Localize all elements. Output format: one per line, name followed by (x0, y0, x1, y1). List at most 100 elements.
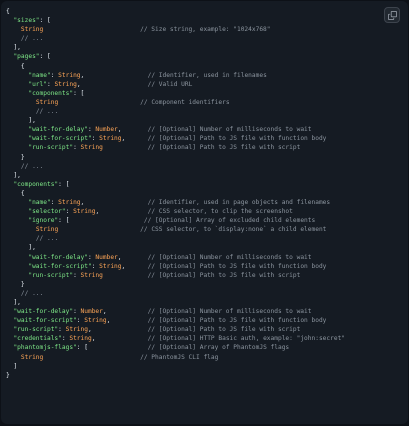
code-comment: // [Optional] Path to JS file with funct… (147, 262, 327, 270)
code-type: String (69, 335, 92, 343)
code-punctuation: , (76, 80, 148, 88)
code-punctuation: , (121, 262, 148, 270)
code-punctuation (6, 263, 28, 270)
code-comment: // ... (35, 235, 59, 243)
code-comment: // ... (35, 108, 59, 116)
code-key: "phantomjs-flags" (13, 344, 77, 352)
code-type: String (84, 317, 107, 325)
code-type: String (65, 326, 88, 334)
code-line: "run-script": String // [Optional] Path … (6, 143, 345, 152)
code-type: String (35, 226, 59, 234)
code-punctuation: } (6, 153, 25, 161)
code-punctuation: { (6, 189, 25, 197)
code-line: ], (6, 243, 345, 252)
code-key: "credentials" (13, 335, 62, 343)
code-punctuation: : (73, 144, 81, 152)
code-comment: // ... (20, 289, 44, 297)
code-punctuation: } (6, 371, 10, 379)
code-comment: // [Optional] Path to JS file with scrip… (147, 144, 301, 152)
code-punctuation (6, 272, 28, 279)
code-comment: // CSS selector, to `display:none` a chi… (140, 226, 327, 234)
code-punctuation (6, 126, 28, 133)
code-key: "components" (28, 89, 74, 97)
code-punctuation (6, 199, 28, 206)
copy-button[interactable] (384, 7, 400, 23)
code-comment: // [Optional] Number of milliseconds to … (147, 308, 312, 316)
code-key: "run-script" (28, 144, 74, 152)
code-type: String (58, 71, 81, 79)
code-punctuation (6, 26, 21, 33)
code-key: "name" (28, 198, 51, 206)
code-line: "sizes": [ (6, 16, 345, 25)
code-punctuation: : [ (58, 217, 70, 225)
code-key: "run-script" (28, 271, 74, 279)
code-punctuation: { (6, 8, 10, 15)
code-line: ], (6, 298, 345, 307)
code-punctuation: : [ (73, 89, 85, 97)
code-line: } (6, 280, 345, 289)
code-type: Number (80, 308, 103, 316)
code-punctuation: , (117, 253, 148, 261)
code-line: "wait-for-delay": Number, // [Optional] … (6, 253, 345, 262)
code-line: { (6, 7, 345, 16)
code-comment: // [Optional] Array of PhantomJS flags (147, 344, 290, 352)
code-key: "wait-for-script" (28, 262, 92, 270)
code-punctuation (103, 144, 148, 151)
code-punctuation (6, 354, 21, 361)
code-comment: // [Optional] Path to JS file with scrip… (147, 271, 301, 279)
code-punctuation (6, 226, 36, 233)
code-type: String (54, 80, 77, 88)
code-type: String (99, 262, 122, 270)
code-type: String (80, 144, 103, 152)
code-line: "components": [ (6, 89, 345, 98)
code-punctuation (43, 354, 140, 361)
code-key: "wait-for-delay" (28, 126, 88, 134)
code-punctuation: : (65, 208, 74, 216)
code-key: "selector" (28, 208, 66, 216)
code-punctuation (103, 272, 148, 279)
code-key: "run-script" (13, 326, 59, 334)
code-line: "wait-for-script": String, // [Optional]… (6, 316, 345, 325)
code-line: // ... (6, 107, 345, 116)
code-line: ] (6, 362, 345, 371)
code-comment: // PhantomJS CLI flag (140, 353, 219, 361)
code-line: String // PhantomJS CLI flag (6, 353, 345, 362)
code-key: "url" (28, 80, 47, 88)
code-line: ], (6, 116, 345, 125)
code-punctuation (6, 99, 36, 106)
code-comment: // Identifier, used in page objects and … (147, 198, 331, 206)
code-line: "wait-for-delay": Number, // [Optional] … (6, 307, 345, 316)
code-key: "wait-for-delay" (28, 253, 88, 261)
code-line: "phantomjs-flags": [ // [Optional] Array… (6, 343, 345, 352)
code-key: "ignore" (28, 217, 59, 225)
code-type: String (73, 208, 96, 216)
code-type: Number (95, 126, 118, 134)
code-line: } (6, 153, 345, 162)
code-key: "name" (28, 71, 51, 79)
code-comment: // [Optional] Number of milliseconds to … (147, 126, 312, 134)
code-punctuation (69, 217, 144, 224)
code-key: "wait-for-delay" (13, 308, 74, 316)
code-key: "components" (13, 180, 59, 188)
code-punctuation: ], (6, 244, 36, 252)
code-comment: // [Optional] Path to JS file with scrip… (147, 326, 301, 334)
code-line: // ... (6, 289, 345, 298)
code-punctuation: : [ (39, 53, 51, 61)
code-comment: // CSS selector, to clip the screenshot (147, 208, 293, 216)
code-line: "run-script": String, // [Optional] Path… (6, 325, 345, 334)
code-punctuation: , (121, 135, 148, 143)
code-punctuation: , (95, 208, 148, 216)
code-block[interactable]: { "sizes": [ String // Size string, exam… (6, 7, 345, 380)
code-punctuation: : [ (58, 180, 70, 188)
code-punctuation: , (80, 71, 148, 79)
code-comment: // [Optional] HTTP Basic auth, example: … (147, 335, 346, 343)
code-punctuation: , (102, 308, 148, 316)
code-punctuation (43, 26, 140, 33)
code-punctuation (6, 90, 28, 97)
code-comment: // Size string, example: "1024x768" (140, 26, 271, 34)
code-line: ], (6, 43, 345, 52)
code-type: String (20, 26, 44, 34)
code-comment: // Valid URL (147, 80, 193, 88)
code-comment: // [Optional] Array of excluded child el… (143, 217, 316, 225)
code-line: "name": String, // Identifier, used in p… (6, 198, 345, 207)
